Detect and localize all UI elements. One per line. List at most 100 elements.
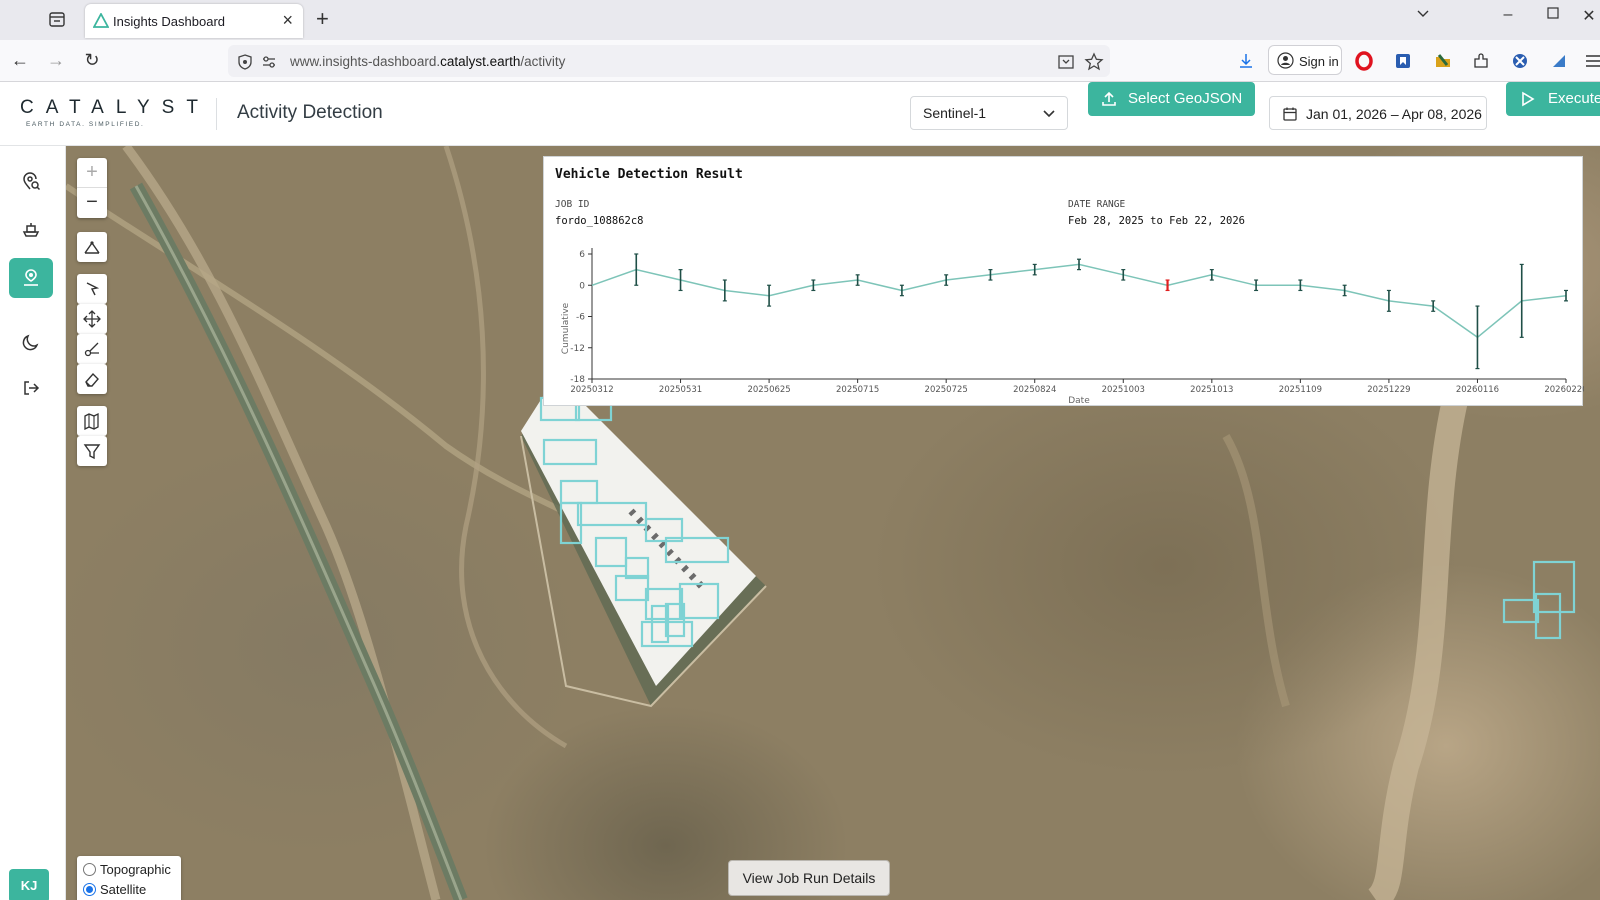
zoom-control: + − bbox=[77, 158, 107, 218]
new-tab-icon[interactable]: + bbox=[316, 6, 329, 32]
eraser-icon bbox=[85, 372, 99, 387]
downloads-icon[interactable] bbox=[1236, 51, 1256, 71]
select-geojson-button[interactable]: Select GeoJSON bbox=[1088, 82, 1255, 116]
basemap-switcher: Topographic Satellite bbox=[77, 856, 181, 900]
brand-name: CATALYST bbox=[20, 97, 210, 118]
brand-logo[interactable]: CATALYST EARTH DATA. SIMPLIFIED. bbox=[20, 97, 210, 128]
sidebar-item-logout[interactable] bbox=[9, 368, 53, 408]
date-range-value: Jan 01, 2026 – Apr 08, 2026 bbox=[1306, 106, 1482, 122]
move-icon bbox=[83, 310, 101, 328]
eraser-tool[interactable] bbox=[77, 364, 107, 394]
tab-title: Insights Dashboard bbox=[113, 14, 226, 29]
y-tick-label: 6 bbox=[579, 250, 585, 260]
x-tick-label: 20260116 bbox=[1456, 385, 1499, 395]
vehicle-detection-panel: Vehicle Detection Result JOB ID fordo_10… bbox=[543, 156, 1584, 407]
series-line bbox=[591, 263, 1567, 339]
page-title: Activity Detection bbox=[237, 102, 383, 123]
sign-in-label: Sign in bbox=[1299, 54, 1339, 69]
globe-extension-icon[interactable] bbox=[1510, 51, 1530, 71]
x-tick-label: 20250625 bbox=[747, 385, 790, 395]
y-tick-label: -6 bbox=[576, 313, 585, 323]
topographic-radio[interactable] bbox=[83, 863, 96, 876]
move-tool[interactable] bbox=[77, 304, 107, 334]
puzzle-extensions-icon[interactable] bbox=[1471, 51, 1491, 71]
filter-tool[interactable] bbox=[77, 436, 107, 466]
zoom-out-button[interactable]: − bbox=[77, 188, 107, 218]
header-divider bbox=[216, 98, 217, 130]
x-tick-label: 20251013 bbox=[1190, 385, 1233, 395]
calendar-icon bbox=[1283, 107, 1297, 121]
basemap-satellite[interactable]: Satellite bbox=[83, 882, 146, 897]
basemap-topographic[interactable]: Topographic bbox=[83, 862, 171, 877]
brand-tagline: EARTH DATA. SIMPLIFIED. bbox=[26, 121, 145, 128]
logout-icon bbox=[24, 381, 40, 395]
maximize-icon[interactable] bbox=[1538, 6, 1568, 24]
location-search-icon bbox=[23, 172, 41, 191]
site-permissions-icon[interactable] bbox=[259, 52, 279, 72]
x-tick-label: 20250715 bbox=[836, 385, 879, 395]
browser-tab-bar: Insights Dashboard × + – ✕ bbox=[0, 0, 1600, 40]
minimize-icon[interactable]: – bbox=[1493, 6, 1523, 24]
x-tick-label: 20251003 bbox=[1102, 385, 1145, 395]
back-icon[interactable]: ← bbox=[8, 50, 32, 71]
bookmark-star-icon[interactable] bbox=[1084, 52, 1104, 72]
satellite-radio[interactable] bbox=[83, 883, 96, 896]
sign-in-button[interactable]: Sign in bbox=[1268, 45, 1342, 75]
x-tick-label: 20250824 bbox=[1013, 385, 1056, 395]
folder-extension-icon[interactable] bbox=[1433, 51, 1453, 71]
play-icon bbox=[1522, 91, 1535, 107]
browser-tab[interactable]: Insights Dashboard × bbox=[85, 4, 303, 38]
filter-icon bbox=[83, 444, 101, 460]
draw-polyline-icon bbox=[84, 241, 100, 254]
tab-overflow-chevron-icon[interactable] bbox=[1408, 6, 1438, 25]
close-tab-icon[interactable]: × bbox=[282, 10, 293, 31]
draw-polyline-tool[interactable] bbox=[77, 232, 107, 262]
sidebar-item-location-search[interactable] bbox=[9, 162, 53, 202]
add-layer-tool[interactable] bbox=[77, 406, 107, 436]
sensor-select-value: Sentinel-1 bbox=[923, 105, 987, 121]
cumulative-chart[interactable]: 6 0 -6 -12 -1820250312 20250531 20250625 202507… bbox=[544, 157, 1584, 407]
x-tick-label: 20260220 bbox=[1544, 385, 1584, 395]
view-job-run-details-button[interactable]: View Job Run Details bbox=[728, 860, 890, 896]
menu-icon[interactable] bbox=[1586, 51, 1600, 71]
close-window-icon[interactable]: ✕ bbox=[1574, 6, 1600, 26]
x-tick-label: 20250312 bbox=[570, 385, 613, 395]
scissors-icon bbox=[84, 342, 99, 357]
tab-list-icon[interactable] bbox=[44, 8, 70, 32]
execute-label: Execute bbox=[1548, 90, 1600, 107]
cut-tool[interactable] bbox=[77, 334, 107, 364]
sidebar: KJ bbox=[0, 146, 66, 900]
url-bar[interactable]: www.insights-dashboard.catalyst.earth/ac… bbox=[228, 45, 1110, 77]
x-tick-label: 20251109 bbox=[1279, 385, 1322, 395]
date-range-picker[interactable]: Jan 01, 2026 – Apr 08, 2026 bbox=[1269, 96, 1487, 130]
app-header: CATALYST EARTH DATA. SIMPLIFIED. Activit… bbox=[0, 82, 1600, 146]
ship-icon bbox=[22, 223, 40, 237]
pen-extension-icon[interactable] bbox=[1549, 51, 1569, 71]
avatar[interactable]: KJ bbox=[9, 869, 49, 900]
y-tick-label: -12 bbox=[570, 344, 585, 354]
y-axis-label: Cumulative bbox=[561, 302, 571, 354]
shield-extension-icon[interactable] bbox=[1393, 51, 1413, 71]
browser-nav-bar: ← → ↻ www.insights-dashboard.catalyst.ea… bbox=[0, 40, 1600, 82]
reload-icon[interactable]: ↻ bbox=[80, 50, 104, 71]
zoom-in-button[interactable]: + bbox=[77, 158, 107, 188]
edit-vertices-tool[interactable] bbox=[77, 274, 107, 304]
sensor-select[interactable]: Sentinel-1 bbox=[910, 96, 1068, 130]
select-geojson-label: Select GeoJSON bbox=[1128, 90, 1243, 107]
catalyst-logo-icon bbox=[92, 12, 110, 34]
forward-icon[interactable]: → bbox=[44, 50, 68, 71]
map-add-icon bbox=[84, 412, 99, 430]
sidebar-item-ship[interactable] bbox=[9, 210, 53, 250]
edit-vertices-icon bbox=[86, 282, 100, 296]
opera-extension-icon[interactable] bbox=[1354, 51, 1374, 71]
x-tick-label: 20250531 bbox=[659, 385, 702, 395]
shield-icon[interactable] bbox=[235, 52, 255, 72]
reader-mode-icon[interactable] bbox=[1056, 52, 1076, 72]
sidebar-item-activity[interactable] bbox=[9, 258, 53, 298]
upload-icon bbox=[1102, 91, 1116, 106]
x-axis-label: Date bbox=[1068, 396, 1090, 406]
y-tick-label: 0 bbox=[579, 281, 585, 291]
sidebar-item-dark-mode[interactable] bbox=[9, 322, 53, 362]
execute-button[interactable]: Execute bbox=[1506, 82, 1600, 116]
person-location-icon bbox=[24, 269, 38, 286]
